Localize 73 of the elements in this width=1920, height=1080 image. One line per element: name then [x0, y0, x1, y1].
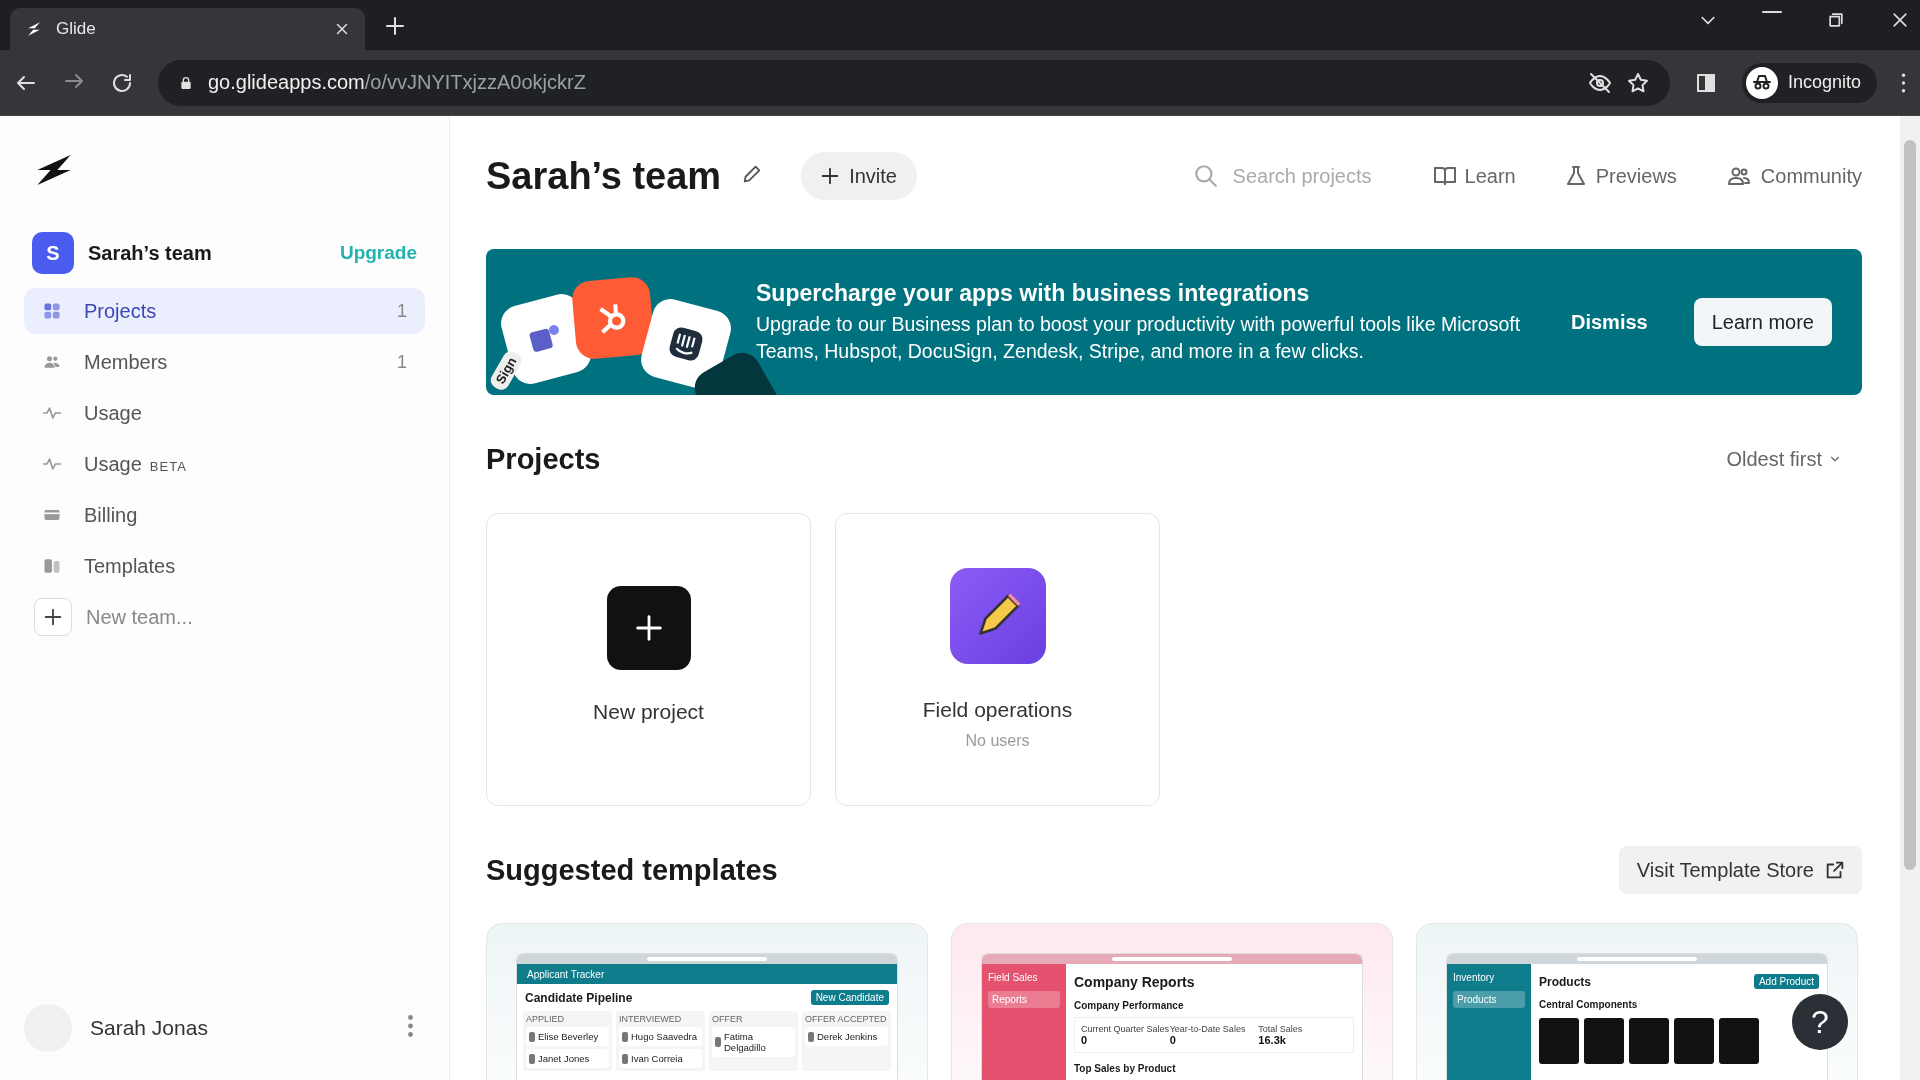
invite-button[interactable]: Invite — [801, 152, 917, 200]
address-bar[interactable]: go.glideapps.com/o/vvJNYITxjzzA0okjckrZ — [158, 59, 1670, 106]
team-avatar: S — [32, 232, 74, 274]
star-icon — [1625, 70, 1650, 95]
pipeline-column: INTERVIEWED Hugo Saavedra Ivan Correia — [616, 1011, 705, 1071]
product-photo-placeholder — [1629, 1018, 1669, 1064]
beta-label: BETA — [149, 458, 187, 474]
add-product-button: Add Product — [1753, 974, 1819, 989]
eye-off-icon — [1587, 70, 1612, 95]
screen-title: Company Reports — [1074, 974, 1196, 990]
project-card[interactable]: Field operations No users — [835, 513, 1160, 806]
pipeline-column: OFFER ACCEPTED Derek Jenkins — [802, 1011, 891, 1071]
new-candidate-button: New Candidate — [810, 990, 889, 1005]
app-sidebar: Inventory Products — [1447, 964, 1531, 1080]
add-team-button[interactable] — [34, 598, 72, 636]
product-photo-placeholder — [1539, 1018, 1579, 1064]
header-link[interactable]: Learn — [1432, 164, 1516, 188]
screen-title: Products — [1539, 974, 1591, 989]
project-users: No users — [965, 732, 1030, 750]
sort-dropdown[interactable]: Oldest first — [1720, 446, 1848, 472]
screen-title: Candidate Pipeline — [525, 990, 633, 1005]
app-sidebar: Field Sales Reports — [982, 964, 1066, 1080]
template-card[interactable]: Field Sales Reports Company Reports Company Performance Current Quarter Sales 0 Year-to-Date Sales 0 Total Sales 16.3k Top Sales by Product — [951, 923, 1393, 1080]
sidebar-item[interactable]: Usage — [24, 390, 425, 436]
book-icon — [1432, 164, 1457, 188]
pipeline-column: APPLIED Elise Beverley Janet Jones — [523, 1011, 612, 1071]
minimize-icon — [1762, 10, 1782, 14]
section-title: Central Components — [1539, 999, 1639, 1010]
product-photo-placeholder — [1719, 1018, 1759, 1064]
app-name: Applicant Tracker — [527, 968, 605, 980]
lock-icon — [178, 74, 194, 91]
sidebar-item[interactable]: Billing — [24, 492, 425, 538]
search-field[interactable]: Search projects — [1192, 163, 1385, 189]
profile-button[interactable]: Incognito — [1741, 62, 1877, 103]
product-photo-placeholder — [1674, 1018, 1714, 1064]
header-link[interactable]: Community — [1724, 164, 1862, 188]
sidebar-item[interactable]: Templates — [24, 543, 425, 589]
banner-title: Supercharge your apps with business integrations — [756, 279, 1311, 307]
template-store-button[interactable]: Visit Template Store — [1618, 846, 1862, 894]
more-icon — [1901, 72, 1906, 93]
sidebar-item[interactable]: Members 1 — [24, 339, 425, 385]
external-link-icon — [1824, 859, 1846, 881]
section-title: Company Performance — [1074, 1000, 1185, 1011]
scrollbar-thumb[interactable] — [1904, 140, 1916, 870]
team-title: Sarah’s team — [486, 154, 722, 198]
header-link[interactable]: Previews — [1563, 164, 1677, 188]
item-count: 1 — [397, 351, 407, 373]
close-icon — [1890, 10, 1910, 30]
restore-icon — [1826, 10, 1846, 30]
new-project-card[interactable]: New project — [486, 513, 811, 806]
grid-icon — [42, 301, 62, 321]
project-name: Field operations — [922, 698, 1073, 722]
plus-icon — [383, 14, 407, 38]
sidebar-item[interactable]: Usage BETA — [24, 441, 425, 487]
pipeline-column: OFFER Fatima Delgadillo — [709, 1011, 798, 1071]
book-icon — [42, 556, 62, 576]
stats-panel: Current Quarter Sales 0 Year-to-Date Sales 0 Total Sales 16.3k — [1074, 1017, 1354, 1053]
more-icon — [408, 1014, 413, 1037]
banner-text: Upgrade to our Business plan to boost your productivity with powerful tools like Microsoft Teams, Hubspot, DocuSign, Zendesk, Stripe, and more in a few clicks. — [756, 311, 1522, 364]
browser-tab[interactable]: Glide — [10, 8, 365, 50]
search-icon — [1192, 163, 1219, 189]
team-name: Sarah’s team — [88, 241, 213, 265]
product-photo-placeholder — [1584, 1018, 1624, 1064]
section-heading: Suggested templates — [486, 853, 778, 887]
plus-icon — [42, 606, 64, 628]
learn-more-button[interactable]: Learn more — [1693, 298, 1832, 346]
section-title: Top Sales by Product — [1074, 1063, 1177, 1074]
template-card[interactable]: Applicant Tracker Candidate Pipeline New Candidate APPLIED Elise Beverley Janet Jones INTERVIEWED Hugo Saavedra Ivan Correia OFFER Fatima Delgadillo OFFER ACCEPTED Derek Jenkins — [486, 923, 928, 1080]
user-name: Sarah Jonas — [90, 1016, 209, 1040]
section-heading: Projects — [486, 442, 601, 476]
item-count: 1 — [397, 300, 407, 322]
sidebar-item[interactable]: Projects 1 — [24, 288, 425, 334]
dismiss-button[interactable]: Dismiss — [1565, 309, 1654, 335]
